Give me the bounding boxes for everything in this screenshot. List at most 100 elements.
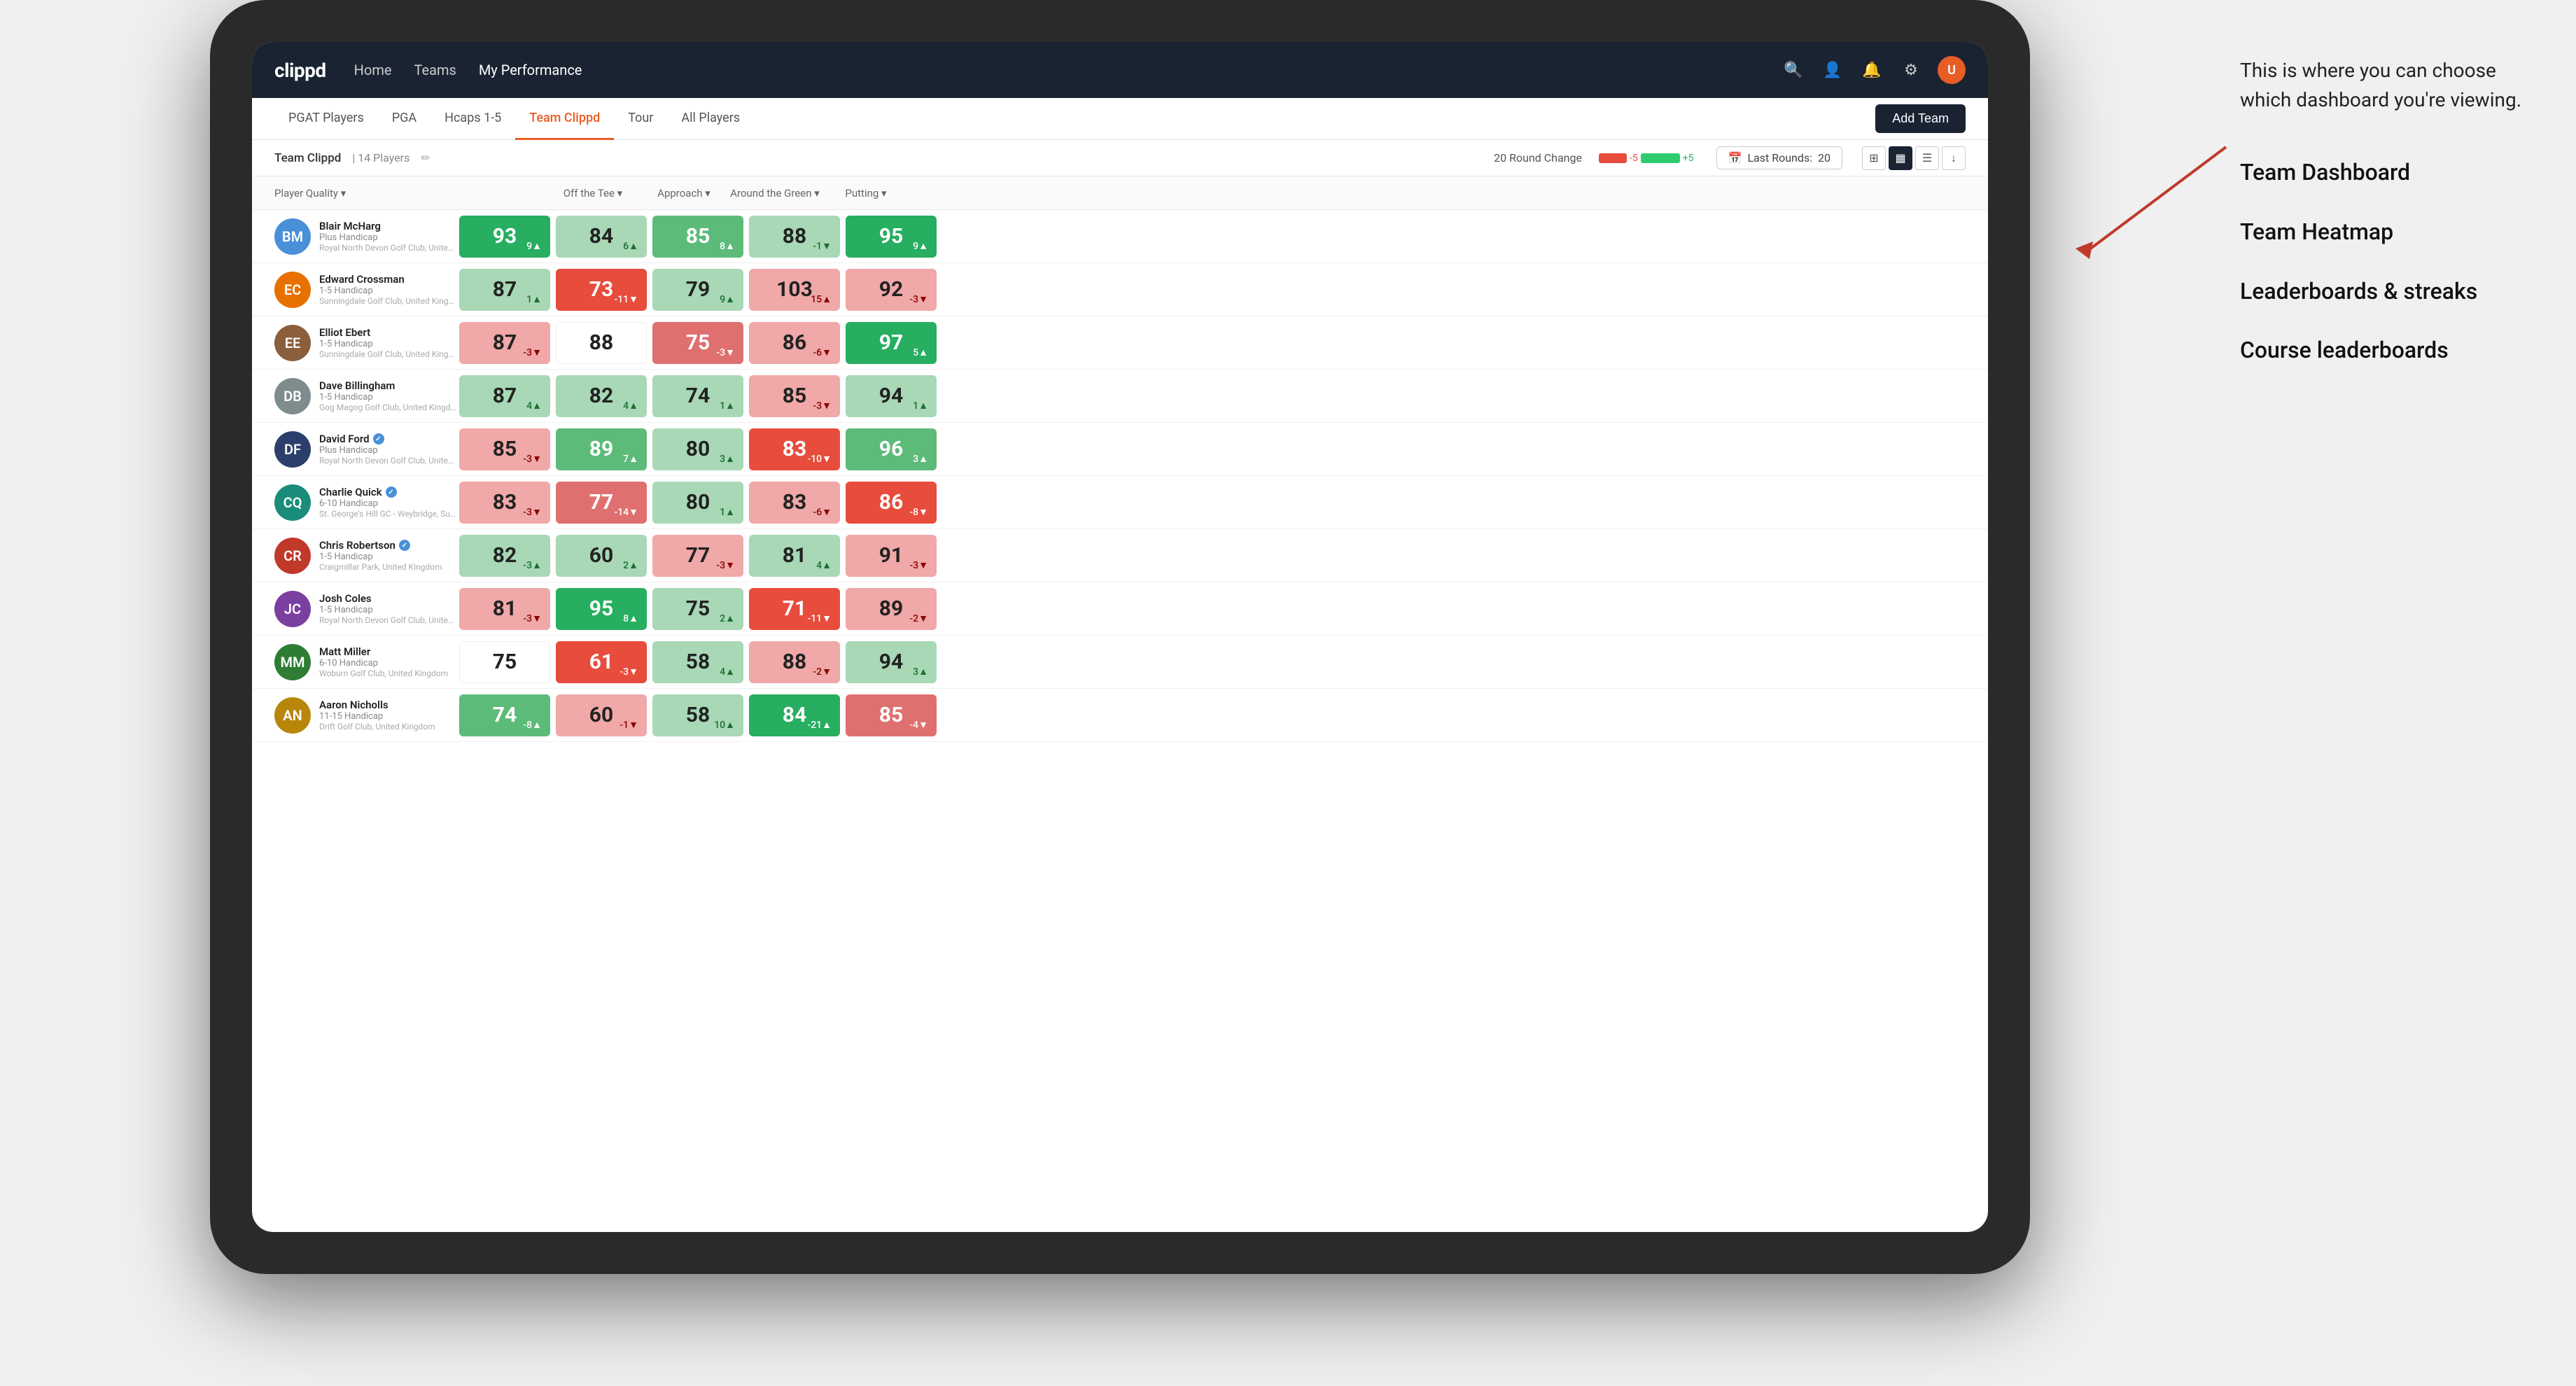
- score-cell: 75 -3▼: [652, 322, 743, 364]
- nav-teams[interactable]: Teams: [414, 62, 456, 78]
- table-row[interactable]: CR Chris Robertson ✓ 1-5 Handicap Craigm…: [252, 529, 1988, 582]
- table-row[interactable]: CQ Charlie Quick ✓ 6-10 Handicap St. Geo…: [252, 476, 1988, 529]
- score-cell: 60 2▲: [556, 535, 647, 577]
- score-cell: 95 9▲: [846, 216, 937, 258]
- table-row[interactable]: BM Blair McHarg Plus Handicap Royal Nort…: [252, 210, 1988, 263]
- score-change: -6▼: [813, 346, 832, 358]
- score-value: 84: [589, 224, 613, 248]
- header-player[interactable]: Player Quality ▾: [274, 187, 456, 200]
- player-handicap: Plus Handicap: [319, 232, 456, 243]
- avatar: MM: [274, 644, 311, 680]
- score-cell: 74 -8▲: [459, 694, 550, 736]
- player-info[interactable]: CR Chris Robertson ✓ 1-5 Handicap Craigm…: [274, 538, 456, 574]
- score-cell: 84 6▲: [556, 216, 647, 258]
- grid-view-button[interactable]: ⊞: [1862, 146, 1886, 170]
- score-change: 8▲: [720, 240, 735, 252]
- score-value: 75: [686, 596, 710, 621]
- profile-icon[interactable]: 👤: [1820, 57, 1845, 83]
- list-view-button[interactable]: ☰: [1915, 146, 1939, 170]
- player-table: Player Quality ▾ Off the Tee ▾ Approach …: [252, 176, 1988, 742]
- nav-my-performance[interactable]: My Performance: [479, 62, 582, 78]
- player-info[interactable]: EE Elliot Ebert 1-5 Handicap Sunningdale…: [274, 325, 456, 361]
- player-info[interactable]: MM Matt Miller 6-10 Handicap Woburn Golf…: [274, 644, 456, 680]
- score-change: 3▲: [913, 666, 928, 678]
- settings-icon[interactable]: ⚙: [1898, 57, 1924, 83]
- score-value: 88: [783, 650, 806, 674]
- annotation-team-dashboard: Team Dashboard: [2240, 157, 2534, 188]
- score-value: 74: [686, 384, 710, 408]
- score-change: 15▲: [811, 293, 832, 305]
- score-cell: 85 -3▼: [749, 375, 840, 417]
- score-value: 95: [589, 596, 613, 621]
- avatar: BM: [274, 218, 311, 255]
- player-details: Dave Billingham 1-5 Handicap Gog Magog G…: [319, 379, 456, 412]
- table-row[interactable]: MM Matt Miller 6-10 Handicap Woburn Golf…: [252, 636, 1988, 689]
- bell-icon[interactable]: 🔔: [1859, 57, 1884, 83]
- tab-team-clippd[interactable]: Team Clippd: [515, 99, 614, 140]
- score-change: 1▲: [720, 506, 735, 518]
- header-atg[interactable]: Around the Green ▾: [729, 187, 820, 200]
- score-cell: 88: [556, 322, 647, 364]
- add-team-button[interactable]: Add Team: [1875, 104, 1966, 133]
- player-info[interactable]: BM Blair McHarg Plus Handicap Royal Nort…: [274, 218, 456, 255]
- score-change: -21▲: [807, 719, 832, 731]
- score-value: 89: [589, 437, 613, 461]
- player-info[interactable]: DF David Ford ✓ Plus Handicap Royal Nort…: [274, 431, 456, 468]
- player-info[interactable]: JC Josh Coles 1-5 Handicap Royal North D…: [274, 591, 456, 627]
- tab-pgat[interactable]: PGAT Players: [274, 99, 378, 140]
- score-value: 58: [686, 650, 710, 674]
- header-putting[interactable]: Putting ▾: [820, 187, 911, 200]
- player-info[interactable]: CQ Charlie Quick ✓ 6-10 Handicap St. Geo…: [274, 484, 456, 521]
- score-value: 81: [783, 543, 806, 568]
- score-cell: 85 -3▼: [459, 428, 550, 470]
- user-avatar[interactable]: U: [1938, 56, 1966, 84]
- header-approach[interactable]: Approach ▾: [638, 187, 729, 200]
- navbar: clippd Home Teams My Performance 🔍 👤 🔔 ⚙…: [252, 42, 1988, 98]
- score-change: -11▼: [807, 612, 832, 624]
- player-club: St. George's Hill GC - Weybridge, Surrey…: [319, 509, 456, 519]
- annotation-course-leaderboards: Course leaderboards: [2240, 335, 2534, 366]
- verified-icon: ✓: [386, 486, 397, 498]
- score-value: 103: [776, 277, 813, 302]
- score-cell: 83 -6▼: [749, 482, 840, 524]
- score-cell: 94 1▲: [846, 375, 937, 417]
- player-info[interactable]: AN Aaron Nicholls 11-15 Handicap Drift G…: [274, 697, 456, 734]
- player-details: Elliot Ebert 1-5 Handicap Sunningdale Go…: [319, 326, 456, 359]
- table-row[interactable]: DF David Ford ✓ Plus Handicap Royal Nort…: [252, 423, 1988, 476]
- player-details: Matt Miller 6-10 Handicap Woburn Golf Cl…: [319, 645, 456, 678]
- table-row[interactable]: AN Aaron Nicholls 11-15 Handicap Drift G…: [252, 689, 1988, 742]
- score-change: -3▼: [909, 559, 928, 571]
- score-cell: 84 -21▲: [749, 694, 840, 736]
- score-cell: 92 -3▼: [846, 269, 937, 311]
- player-info[interactable]: EC Edward Crossman 1-5 Handicap Sunningd…: [274, 272, 456, 308]
- tab-tour[interactable]: Tour: [614, 99, 667, 140]
- edit-icon[interactable]: ✏: [421, 151, 430, 164]
- table-row[interactable]: EC Edward Crossman 1-5 Handicap Sunningd…: [252, 263, 1988, 316]
- tab-hcaps[interactable]: Hcaps 1-5: [430, 99, 515, 140]
- change-bar: -5 +5: [1599, 153, 1694, 164]
- score-value: 81: [493, 596, 517, 621]
- table-row[interactable]: JC Josh Coles 1-5 Handicap Royal North D…: [252, 582, 1988, 636]
- annotation-team-heatmap: Team Heatmap: [2240, 216, 2534, 248]
- score-value: 80: [686, 490, 710, 514]
- score-value: 60: [589, 543, 613, 568]
- download-button[interactable]: ↓: [1942, 146, 1966, 170]
- last-rounds-value: 20: [1818, 151, 1830, 164]
- header-tee[interactable]: Off the Tee ▾: [547, 187, 638, 200]
- score-change: -2▼: [909, 612, 928, 624]
- nav-home[interactable]: Home: [354, 62, 392, 78]
- last-rounds-button[interactable]: 📅 Last Rounds: 20: [1716, 146, 1842, 169]
- table-row[interactable]: DB Dave Billingham 1-5 Handicap Gog Mago…: [252, 370, 1988, 423]
- tab-all-players[interactable]: All Players: [667, 99, 754, 140]
- player-details: Aaron Nicholls 11-15 Handicap Drift Golf…: [319, 699, 456, 732]
- score-cell: 79 9▲: [652, 269, 743, 311]
- search-icon[interactable]: 🔍: [1781, 57, 1806, 83]
- avatar: JC: [274, 591, 311, 627]
- tab-pga[interactable]: PGA: [378, 99, 430, 140]
- score-cell: 86 -6▼: [749, 322, 840, 364]
- player-handicap: 1-5 Handicap: [319, 552, 456, 562]
- score-cell: 61 -3▼: [556, 641, 647, 683]
- heatmap-view-button[interactable]: ▦: [1889, 146, 1912, 170]
- player-info[interactable]: DB Dave Billingham 1-5 Handicap Gog Mago…: [274, 378, 456, 414]
- table-row[interactable]: EE Elliot Ebert 1-5 Handicap Sunningdale…: [252, 316, 1988, 370]
